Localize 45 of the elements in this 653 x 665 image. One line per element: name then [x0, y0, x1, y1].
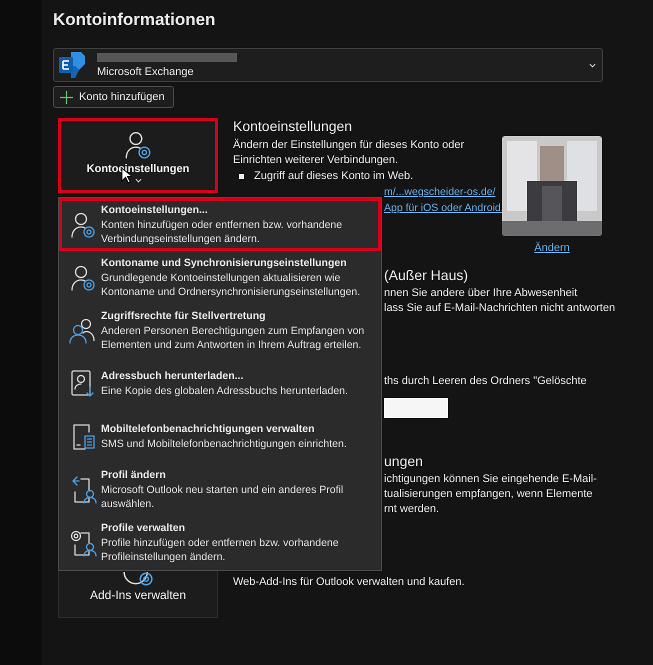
plus-icon: [60, 90, 73, 104]
menu-item[interactable]: Kontoname und Synchronisierungseinstellungen Grundlegende Kontoeinstellungen aktualisieren wie Kontoname und Ordnersynchronisierungseinstellungen.: [59, 251, 381, 304]
account-type: Microsoft Exchange: [97, 66, 195, 78]
section-heading: (Außer Haus): [384, 268, 468, 283]
menu-item-description: Grundlegende Kontoeinstellungen aktualisieren wie Kontoname und Ordnersynchronisierungseinstellungen.: [101, 271, 362, 299]
chevron-down-icon: [589, 62, 596, 68]
text-line: lass Sie auf E-Mail-Nachrichten nicht antworten: [384, 301, 616, 316]
menu-item-title: Mobiltelefonbenachrichtigungen verwalten: [101, 422, 316, 437]
section-description: Web-Add-Ins für Outlook verwalten und kaufen.: [233, 575, 466, 590]
section-heading: ungen: [384, 454, 423, 469]
menu-item[interactable]: Mobiltelefonbenachrichtigungen verwalten SMS und Mobiltelefonbenachrichtigungen einrichten.: [59, 410, 381, 463]
text-line: tualisierungen empfangen, wenn Elemente: [384, 487, 593, 502]
menu-item-description: Anderen Personen Berechtigungen zum Empfangen von Elementen und zum Antworten in Ihrem Auftrag erteilen.: [101, 324, 366, 352]
menu-item[interactable]: Profil ändern Microsoft Outlook neu starten und ein anderes Profil auswählen.: [59, 463, 381, 516]
text-line: ths durch Leeren des Ordners "Gelöschte: [384, 374, 587, 389]
add-account-button[interactable]: Konto hinzufügen: [53, 86, 174, 108]
account-dropdown[interactable]: Microsoft Exchange: [53, 48, 603, 82]
menu-item-description: SMS und Mobiltelefonbenachrichtigungen einrichten.: [101, 437, 348, 451]
menu-item[interactable]: Adressbuch herunterladen... Eine Kopie des globalen Adressbuchs herunterladen.: [59, 357, 381, 410]
gear-icon: [123, 572, 153, 586]
menu-item-description: Microsoft Outlook neu starten und ein anderes Profil auswählen.: [101, 483, 344, 511]
link[interactable]: m/...wegscheider-os.de/: [384, 184, 496, 200]
menu-item[interactable]: Kontoeinstellungen... Konten hinzufügen oder entfernen bzw. vorhandene Verbindungseinstellungen ändern.: [59, 198, 381, 251]
quota-bar: [384, 398, 448, 418]
exchange-logo-icon: [57, 50, 87, 80]
menu-item-title: Profile verwalten: [101, 521, 186, 536]
text-line: ichtigungen können Sie eingehende E-Mail-: [384, 472, 597, 487]
link[interactable]: App für iOS oder Android.: [384, 200, 504, 216]
section-heading: Kontoeinstellungen: [233, 118, 354, 134]
page-title: Kontoinformationen: [53, 10, 216, 31]
menu-item-description: Konten hinzufügen oder entfernen bzw. vorhandene Verbindungseinstellungen ändern.: [101, 218, 344, 246]
menu-item-title: Profil ändern: [101, 468, 167, 483]
bullet-item: Zugriff auf dieses Konto im Web.: [239, 170, 501, 182]
menu-item-title: Kontoname und Synchronisierungseinstellungen: [101, 256, 348, 271]
account-settings-tile[interactable]: Kontoeinstellungen: [58, 118, 218, 193]
text-line: nnen Sie andere über Ihre Abwesenheit: [384, 286, 578, 301]
section-description: Ändern der Einstellungen für dieses Konto oder Einrichten weiterer Verbindungen.: [233, 138, 466, 168]
menu-item-description: Eine Kopie des globalen Adressbuchs herunterladen.: [101, 384, 349, 398]
menu-item-title: Kontoeinstellungen...: [101, 203, 209, 218]
change-photo-link[interactable]: Ändern: [534, 240, 570, 256]
chevron-down-icon: [134, 178, 142, 182]
text-line: rnt werden.: [384, 502, 440, 517]
menu-item-title: Zugriffsrechte für Stellvertretung: [101, 309, 267, 324]
menu-item-title: Adressbuch herunterladen...: [101, 369, 244, 384]
menu-item[interactable]: Zugriffsrechte für Stellvertretung Anderen Personen Berechtigungen zum Empfangen von Elementen und zum Antworten in Ihrem Auftrag erteilen.: [59, 304, 381, 357]
